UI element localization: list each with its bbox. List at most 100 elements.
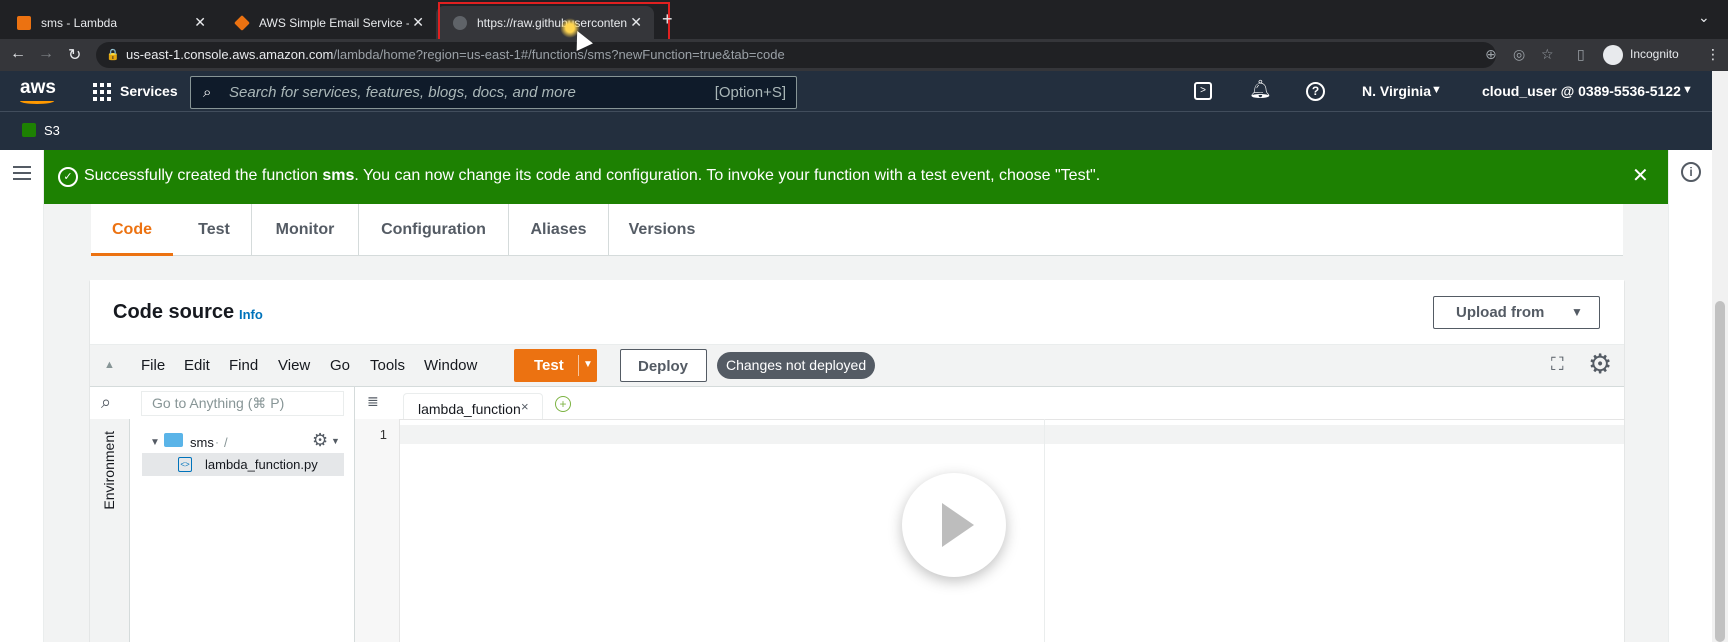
test-dropdown-icon[interactable]: ▼ <box>583 359 593 370</box>
click-highlight <box>560 18 580 38</box>
url-host: us-east-1.console.aws.amazon.com <box>126 47 334 62</box>
browser-tab-ses[interactable]: AWS Simple Email Service - De ✕ <box>218 6 436 39</box>
page-scrollbar[interactable] <box>1712 71 1728 642</box>
close-tab-icon[interactable]: ✕ <box>412 14 424 31</box>
menu-tools[interactable]: Tools <box>370 357 405 374</box>
tab-divider <box>355 419 1624 420</box>
incognito-icon <box>1603 45 1623 65</box>
play-icon <box>942 503 974 547</box>
help-icon[interactable]: ? <box>1306 82 1325 101</box>
browser-tab-sms-lambda[interactable]: sms - Lambda ✕ <box>0 6 218 39</box>
video-play-button[interactable] <box>902 473 1006 577</box>
code-source-panel: Code source Info Upload from ▼ ▲ File Ed… <box>90 280 1624 642</box>
menu-kebab-icon[interactable]: ⋮ <box>1706 46 1720 63</box>
info-icon[interactable]: i <box>1681 162 1701 182</box>
folder-name[interactable]: sms <box>190 435 214 450</box>
scrollbar-thumb[interactable] <box>1715 301 1725 642</box>
print-margin <box>1044 419 1045 642</box>
menu-find[interactable]: Find <box>229 357 258 374</box>
search-shortcut: [Option+S] <box>714 84 786 101</box>
sidebar-icon[interactable]: ▯ <box>1577 46 1585 63</box>
tab-configuration[interactable]: Configuration <box>358 204 508 256</box>
tab-list-icon[interactable]: ≣ <box>367 393 379 410</box>
tab-title: AWS Simple Email Service - De <box>259 15 409 30</box>
goto-anything-input[interactable]: Go to Anything (⌘ P) <box>141 391 344 416</box>
success-check-icon: ✓ <box>58 167 78 187</box>
menu-window[interactable]: Window <box>424 357 477 374</box>
favorites-bar: S3 <box>0 111 1712 150</box>
search-input[interactable]: ⌕ Search for services, features, blogs, … <box>190 76 797 109</box>
cloudshell-icon[interactable]: > <box>1194 82 1212 100</box>
url-path: /lambda/home?region=us-east-1#/functions… <box>333 47 785 62</box>
settings-gear-icon[interactable]: ⚙ <box>1588 349 1612 380</box>
test-button[interactable]: Test ▼ <box>514 349 597 382</box>
panel-title: Code source <box>113 301 235 323</box>
aws-smile-icon <box>20 98 54 104</box>
upload-from-button[interactable]: Upload from ▼ <box>1433 296 1600 329</box>
menu-go[interactable]: Go <box>330 357 350 374</box>
close-editor-tab-icon[interactable]: × <box>521 399 529 414</box>
tab-test[interactable]: Test <box>173 204 255 256</box>
aws-top-nav: aws Services ⌕ Search for services, feat… <box>0 71 1712 111</box>
zoom-icon[interactable]: ⊕ <box>1485 46 1497 63</box>
services-grid-icon[interactable] <box>93 83 111 101</box>
code-editor[interactable]: ≣ lambda_function × + 1 <box>355 387 1624 642</box>
fullscreen-icon[interactable]: ⛶ <box>1551 354 1564 375</box>
file-name: lambda_function.py <box>205 457 318 472</box>
aws-logo[interactable]: aws <box>20 77 56 99</box>
region-selector[interactable]: N. Virginia <box>1362 83 1431 99</box>
new-tab-icon[interactable]: + <box>662 9 673 30</box>
hamburger-menu-icon[interactable] <box>13 166 31 180</box>
tab-title: sms - Lambda <box>41 15 118 30</box>
tab-search-chevron-icon[interactable]: ⌄ <box>1698 9 1710 26</box>
active-line-highlight <box>400 425 1624 444</box>
account-menu[interactable]: cloud_user @ 0389-5536-5122 <box>1482 83 1681 99</box>
caret-down-icon: ▼ <box>1571 305 1583 319</box>
python-file-icon: <> <box>178 457 192 472</box>
split-divider <box>578 355 579 376</box>
info-link[interactable]: Info <box>239 307 263 322</box>
goto-placeholder: Go to Anything (⌘ P) <box>152 395 285 411</box>
deploy-label: Deploy <box>638 358 689 375</box>
region-dropdown-icon: ▼ <box>1431 84 1442 96</box>
tab-code[interactable]: Code <box>91 204 173 256</box>
reload-icon[interactable]: ↻ <box>68 45 81 65</box>
browser-toolbar: ← → ↻ 🔒 us-east-1.console.aws.amazon.com… <box>0 39 1728 71</box>
tab-monitor[interactable]: Monitor <box>251 204 358 256</box>
environment-label: Environment <box>101 431 117 510</box>
url-bar[interactable]: 🔒 us-east-1.console.aws.amazon.com/lambd… <box>96 42 1496 68</box>
file-row-selected[interactable]: <> lambda_function.py <box>142 453 344 476</box>
menu-file[interactable]: File <box>141 357 165 374</box>
star-icon[interactable]: ☆ <box>1541 46 1554 63</box>
editor-tab[interactable]: lambda_function × <box>403 393 543 420</box>
close-tab-icon[interactable]: ✕ <box>194 14 206 31</box>
tab-versions[interactable]: Versions <box>608 204 715 256</box>
folder-icon <box>164 433 183 447</box>
line-gutter: 1 <box>355 419 400 642</box>
search-files-icon[interactable]: ⌕ <box>101 392 111 413</box>
menu-edit[interactable]: Edit <box>184 357 210 374</box>
line-number: 1 <box>379 427 387 442</box>
left-rail <box>0 150 44 642</box>
environment-strip[interactable]: Environment <box>90 419 130 642</box>
dismiss-flash-icon[interactable]: ✕ <box>1632 163 1649 188</box>
collapse-caret-icon[interactable]: ▲ <box>104 359 115 371</box>
flash-function-name: sms <box>322 167 355 184</box>
eye-off-icon[interactable]: ◎ <box>1513 46 1525 63</box>
folder-settings-icon[interactable]: ⚙ <box>312 430 328 451</box>
deploy-button[interactable]: Deploy <box>620 349 707 382</box>
lambda-favicon-icon <box>17 15 31 30</box>
folder-expand-icon[interactable]: ▼ <box>150 437 160 448</box>
success-flash: ✓ Successfully created the function sms.… <box>44 150 1668 204</box>
favorite-s3[interactable]: S3 <box>44 123 60 138</box>
upload-from-label: Upload from <box>1456 304 1545 321</box>
bell-icon[interactable]: 🔔︎ <box>1249 79 1272 100</box>
services-menu[interactable]: Services <box>120 83 178 99</box>
back-icon[interactable]: ← <box>10 45 26 63</box>
profile-label[interactable]: Incognito <box>1630 47 1679 61</box>
menu-view[interactable]: View <box>278 357 310 374</box>
tab-aliases[interactable]: Aliases <box>508 204 608 256</box>
add-tab-icon[interactable]: + <box>555 396 571 412</box>
forward-icon[interactable]: → <box>38 45 54 63</box>
flash-prefix: Successfully created the function <box>84 167 323 184</box>
